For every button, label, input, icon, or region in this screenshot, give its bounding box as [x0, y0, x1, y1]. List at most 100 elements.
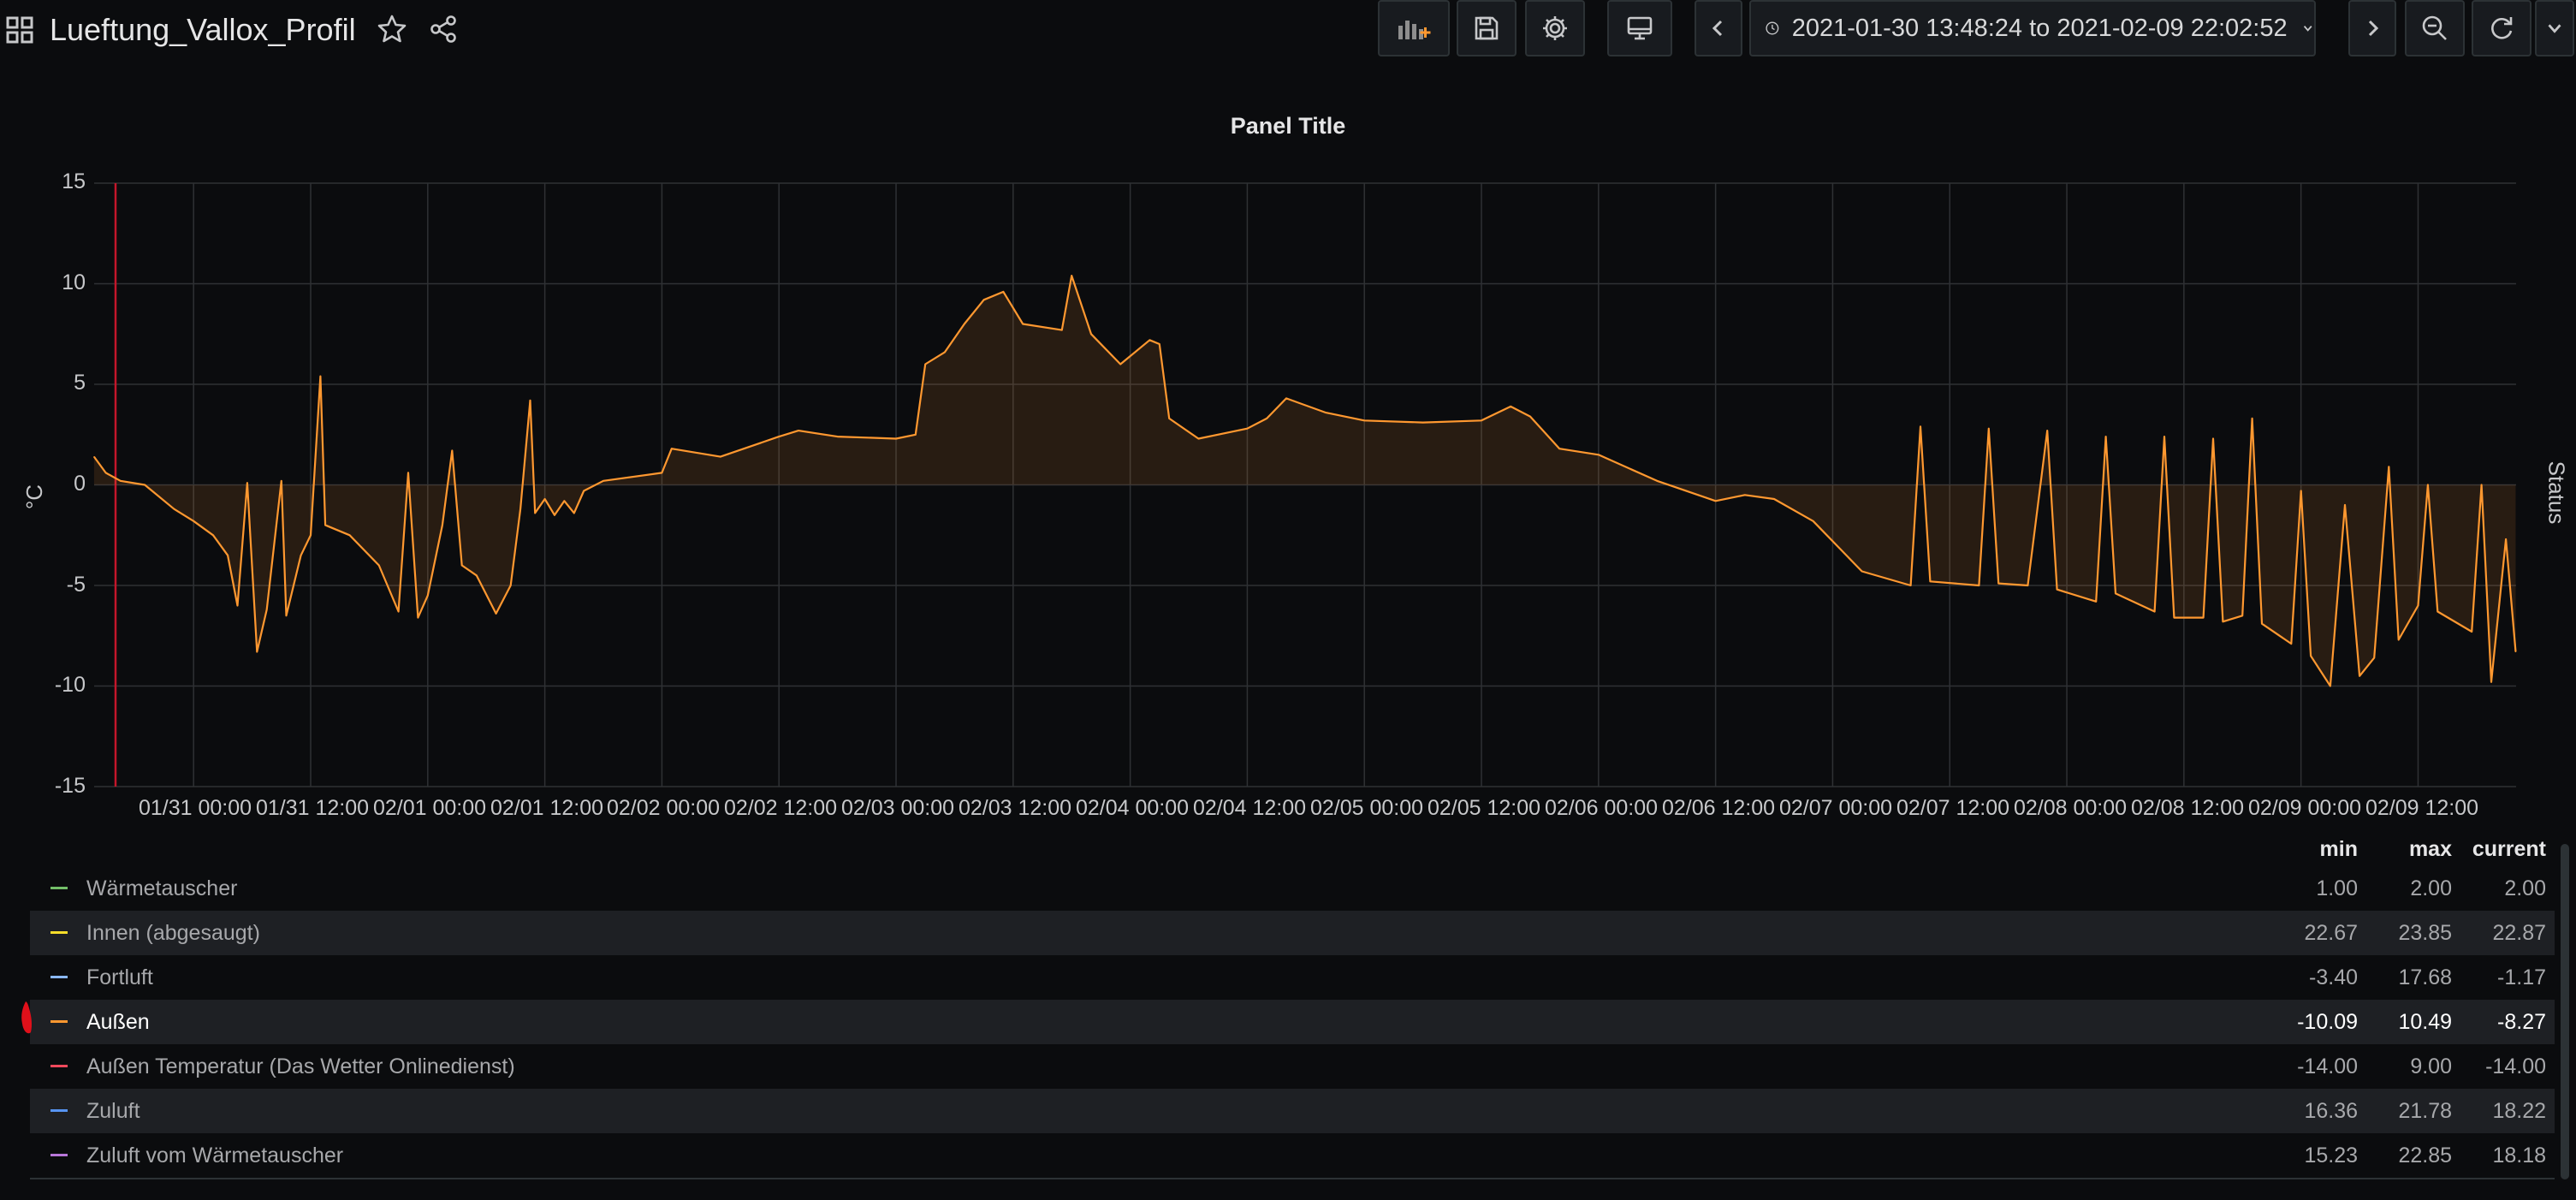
data-point	[544, 498, 546, 500]
data-point	[476, 574, 478, 576]
legend-current: -14.00	[2485, 1054, 2546, 1078]
legend-row[interactable]: Innen (abgesaugt) 22.67 23.85 22.87	[30, 911, 2555, 955]
legend-series-name[interactable]: Außen	[86, 1010, 150, 1035]
data-point	[563, 500, 566, 502]
data-point	[310, 534, 312, 536]
data-point	[2095, 601, 2097, 603]
data-point	[529, 400, 531, 401]
data-point	[285, 615, 288, 616]
data-point	[573, 512, 575, 514]
data-point	[1773, 498, 1775, 500]
data-point	[324, 524, 326, 526]
legend-row[interactable]: Zuluft 16.36 21.78 18.22	[30, 1089, 2555, 1133]
legend-divider	[30, 1178, 2555, 1179]
data-point	[583, 490, 585, 492]
legend-row[interactable]: Zuluft vom Wärmetauscher 15.23 22.85 18.…	[30, 1133, 2555, 1178]
series-color-swatch[interactable]	[50, 1109, 68, 1112]
data-point	[1285, 397, 1287, 399]
data-point	[281, 480, 282, 482]
data-point	[2481, 484, 2483, 486]
series-color-swatch[interactable]	[50, 887, 68, 889]
series-color-swatch[interactable]	[50, 931, 68, 934]
legend-row[interactable]: Wärmetauscher 1.00 2.00 2.00	[30, 866, 2555, 911]
data-point	[378, 564, 380, 567]
data-point	[451, 449, 453, 452]
data-point	[2373, 657, 2375, 659]
data-point	[2173, 617, 2175, 619]
data-point	[2252, 418, 2253, 419]
data-point	[1715, 500, 1717, 502]
data-point	[1422, 422, 1424, 424]
data-point	[2359, 675, 2360, 677]
legend-max: 10.49	[2398, 1010, 2452, 1034]
legend-header-min[interactable]: min	[2255, 837, 2358, 862]
legend-series-name[interactable]: Innen (abgesaugt)	[86, 921, 260, 946]
legend-min: 16.36	[2304, 1099, 2358, 1123]
data-point	[944, 351, 946, 353]
data-point	[1119, 363, 1121, 365]
data-point	[2290, 643, 2292, 645]
series-area-fill	[93, 276, 2516, 686]
legend-row[interactable]: Fortluft -3.40 17.68 -1.17	[30, 955, 2555, 1000]
data-point	[1090, 333, 1092, 335]
data-point	[2261, 623, 2263, 625]
legend-current: 2.00	[2504, 876, 2546, 900]
graph-plot-area[interactable]	[0, 0, 2576, 822]
legend-max: 21.78	[2398, 1099, 2452, 1123]
series-color-swatch[interactable]	[50, 1154, 68, 1156]
legend-header-current[interactable]: current	[2443, 837, 2546, 862]
legend-min: -14.00	[2297, 1054, 2358, 1078]
data-point	[1325, 412, 1327, 413]
legend-max: 22.85	[2398, 1144, 2452, 1167]
data-point	[1529, 416, 1531, 418]
series-color-swatch[interactable]	[50, 976, 68, 978]
data-point	[349, 534, 351, 536]
data-point	[236, 604, 239, 607]
legend-series-name[interactable]: Zuluft	[86, 1099, 140, 1124]
data-point	[1149, 339, 1150, 341]
legend-current: 18.18	[2492, 1144, 2546, 1167]
data-point	[915, 434, 917, 436]
data-point	[105, 472, 107, 474]
legend-max: 23.85	[2398, 921, 2452, 945]
data-point	[2212, 437, 2214, 440]
data-point	[895, 437, 897, 440]
legend-current: -8.27	[2497, 1010, 2546, 1034]
data-point	[602, 480, 604, 482]
data-point	[246, 482, 248, 484]
series-color-swatch[interactable]	[50, 1020, 68, 1023]
data-point	[1997, 583, 1999, 585]
data-point	[2417, 604, 2419, 607]
series-color-swatch[interactable]	[50, 1065, 68, 1067]
data-point	[519, 508, 521, 510]
data-point	[2241, 615, 2243, 616]
legend-scrollbar[interactable]	[2561, 844, 2569, 1179]
data-point	[461, 564, 463, 567]
data-point	[212, 534, 214, 536]
legend-max: 17.68	[2398, 965, 2452, 989]
legend-max: 9.00	[2410, 1054, 2452, 1078]
data-point	[1744, 494, 1746, 496]
data-point	[1929, 580, 1931, 582]
legend-row[interactable]: Außen Temperatur (Das Wetter Onlinediens…	[30, 1044, 2555, 1089]
legend-header-max[interactable]: max	[2349, 837, 2452, 862]
data-point	[256, 650, 258, 653]
data-point	[319, 376, 321, 377]
legend-min: 22.67	[2304, 921, 2358, 945]
data-point	[2398, 639, 2400, 641]
data-point	[2427, 484, 2429, 486]
legend-series-name[interactable]: Wärmetauscher	[86, 876, 237, 901]
legend-min: 1.00	[2316, 876, 2358, 900]
legend-series-name[interactable]: Außen Temperatur (Das Wetter Onlinediens…	[86, 1054, 515, 1079]
data-point	[2115, 592, 2116, 595]
legend-row-selected[interactable]: Außen -10.09 10.49 -8.27	[30, 1000, 2555, 1044]
legend-series-name[interactable]: Fortluft	[86, 965, 153, 990]
legend-series-name[interactable]: Zuluft vom Wärmetauscher	[86, 1144, 343, 1168]
legend-min: -10.09	[2297, 1010, 2358, 1034]
data-point	[1197, 437, 1199, 440]
legend-min: 15.23	[2304, 1144, 2358, 1167]
data-point	[720, 456, 721, 458]
legend-current: 18.22	[2492, 1099, 2546, 1123]
data-point	[554, 514, 555, 516]
legend-current: -1.17	[2497, 965, 2546, 989]
